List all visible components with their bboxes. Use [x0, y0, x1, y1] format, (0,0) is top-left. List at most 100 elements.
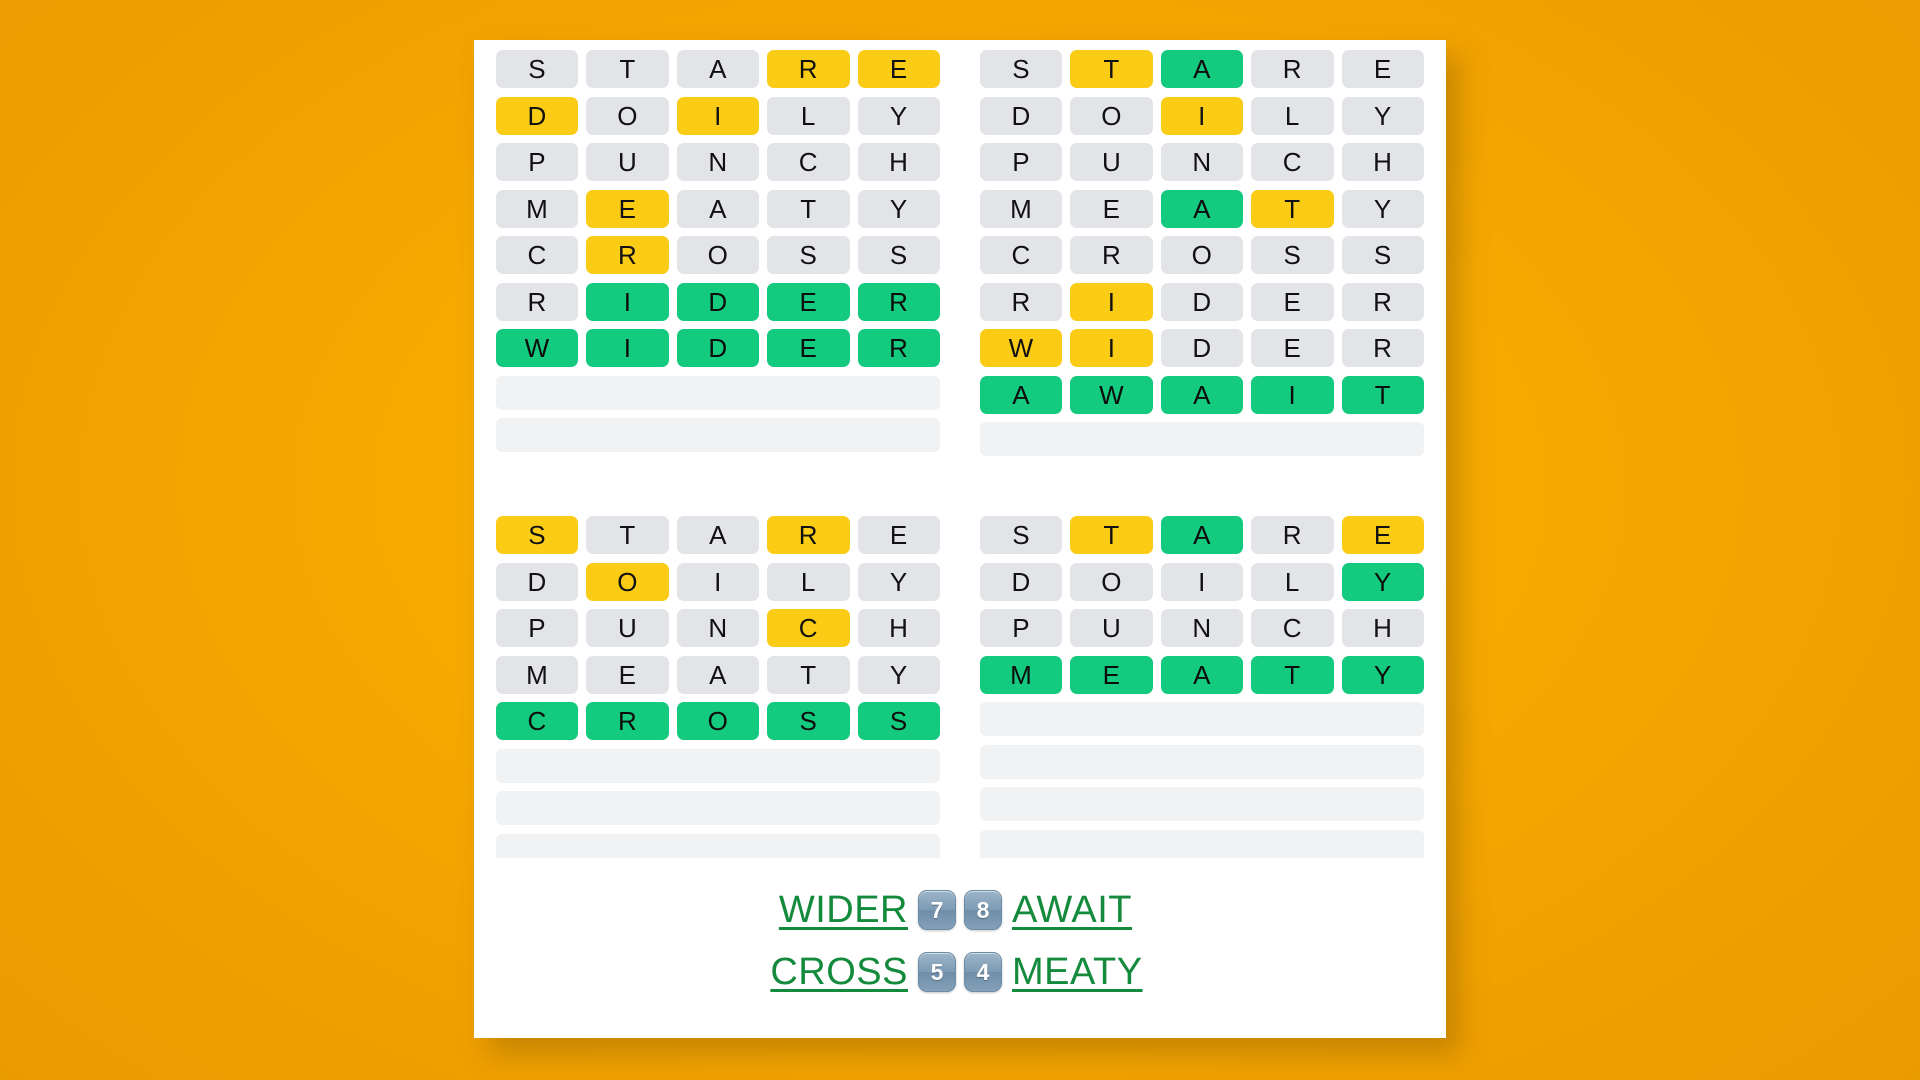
guess-row: STARE: [980, 516, 1424, 554]
letter-tile: I: [1160, 562, 1244, 601]
letter-tile: P: [496, 609, 579, 647]
letter-tile: L: [767, 96, 850, 135]
letter-tile: D: [676, 282, 760, 321]
letter-tile: I: [1251, 375, 1334, 414]
letter-tile: E: [767, 329, 850, 367]
letter-tile: L: [1251, 562, 1334, 601]
letter-tile: D: [980, 562, 1063, 601]
guess-row-empty: [980, 702, 1424, 736]
letter-tile: R: [767, 516, 850, 554]
letter-tile: O: [586, 96, 669, 135]
guess-row-empty: [496, 375, 940, 410]
letter-tile: A: [676, 189, 760, 228]
letter-tile: W: [1070, 375, 1153, 414]
letter-tile: S: [857, 236, 940, 274]
letter-tile: R: [980, 282, 1063, 321]
guess-row: CROSS: [496, 702, 940, 740]
guess-row: PUNCH: [496, 143, 940, 181]
letter-tile: S: [980, 50, 1063, 88]
letter-tile: O: [1070, 96, 1153, 135]
letter-tile: E: [767, 282, 850, 321]
letter-tile: A: [676, 516, 760, 554]
letter-tile: S: [980, 516, 1063, 554]
letter-tile: A: [1160, 655, 1244, 694]
answer-word-link[interactable]: MEATY: [1012, 951, 1162, 994]
letter-tile: Y: [857, 96, 940, 135]
letter-tile: A: [980, 375, 1063, 414]
guess-row: AWAIT: [980, 375, 1424, 414]
letter-tile: T: [586, 516, 669, 554]
answer-line: CROSS 5 4 MEATY: [758, 944, 1162, 1000]
letter-tile: T: [1341, 375, 1424, 414]
letter-tile: E: [1251, 329, 1334, 367]
guess-row: CROSS: [496, 236, 940, 274]
letter-tile: A: [676, 50, 760, 88]
letter-tile: R: [1070, 236, 1153, 274]
letter-tile: S: [1341, 236, 1424, 274]
letter-tile: R: [857, 282, 940, 321]
letter-tile: U: [1070, 609, 1153, 647]
letter-tile: H: [857, 143, 940, 181]
letter-tile: C: [1251, 609, 1334, 647]
guess-row: CROSS: [980, 236, 1424, 274]
letter-tile: I: [1160, 96, 1244, 135]
letter-tile: T: [586, 50, 669, 88]
guess-row-empty: [980, 787, 1424, 821]
answer-line: WIDER 7 8 AWAIT: [758, 882, 1162, 938]
letter-tile: N: [676, 609, 760, 647]
guess-row: STARE: [496, 516, 940, 554]
letter-tile: R: [1341, 329, 1424, 367]
letter-tile: E: [857, 516, 940, 554]
letter-tile: E: [1251, 282, 1334, 321]
letter-tile: T: [767, 655, 850, 694]
guess-count-badge: 8: [964, 890, 1002, 930]
letter-tile: S: [767, 236, 850, 274]
guess-row: PUNCH: [496, 609, 940, 647]
letter-tile: W: [496, 329, 579, 367]
letter-tile: A: [1160, 189, 1244, 228]
quordle-boards-container: STAREDOILYPUNCHMEATYCROSSRIDERWIDERSTARE…: [474, 40, 1446, 910]
letter-tile: Y: [857, 562, 940, 601]
answer-word-link[interactable]: WIDER: [758, 889, 908, 932]
letter-tile: E: [1341, 516, 1424, 554]
guess-row: RIDER: [496, 282, 940, 321]
guess-row: WIDER: [980, 329, 1424, 367]
letter-tile: R: [1251, 516, 1334, 554]
letter-tile: Y: [1341, 562, 1424, 601]
letter-tile: C: [767, 609, 850, 647]
letter-tile: D: [496, 96, 579, 135]
letter-tile: P: [980, 609, 1063, 647]
guess-count-badge: 5: [918, 952, 956, 992]
guess-row: DOILY: [980, 562, 1424, 601]
letter-tile: I: [676, 96, 760, 135]
letter-tile: Y: [857, 655, 940, 694]
letter-tile: M: [496, 655, 579, 694]
letter-tile: O: [676, 702, 760, 740]
letter-tile: O: [1070, 562, 1153, 601]
letter-tile: H: [857, 609, 940, 647]
guess-row: STARE: [496, 50, 940, 88]
letter-tile: S: [1251, 236, 1334, 274]
letter-tile: E: [857, 50, 940, 88]
letter-tile: A: [1160, 50, 1244, 88]
letter-tile: Y: [1341, 189, 1424, 228]
guess-row: PUNCH: [980, 143, 1424, 181]
answer-word-link[interactable]: AWAIT: [1012, 889, 1162, 932]
letter-tile: R: [1341, 282, 1424, 321]
letter-tile: I: [1070, 329, 1153, 367]
quordle-answer-card: STAREDOILYPUNCHMEATYCROSSRIDERWIDERSTARE…: [474, 40, 1446, 1038]
letter-tile: R: [496, 282, 579, 321]
letter-tile: O: [1160, 236, 1244, 274]
letter-tile: I: [1070, 282, 1153, 321]
letter-tile: R: [586, 702, 669, 740]
answer-word-link[interactable]: CROSS: [758, 951, 908, 994]
letter-tile: T: [1251, 655, 1334, 694]
guess-row: MEATY: [980, 655, 1424, 694]
guess-row: DOILY: [980, 96, 1424, 135]
guess-row: MEATY: [980, 189, 1424, 228]
board-bottom-left: STAREDOILYPUNCHMEATYCROSS: [496, 516, 940, 910]
letter-tile: C: [767, 143, 850, 181]
letter-tile: I: [586, 282, 669, 321]
letter-tile: U: [586, 143, 669, 181]
letter-tile: W: [980, 329, 1063, 367]
